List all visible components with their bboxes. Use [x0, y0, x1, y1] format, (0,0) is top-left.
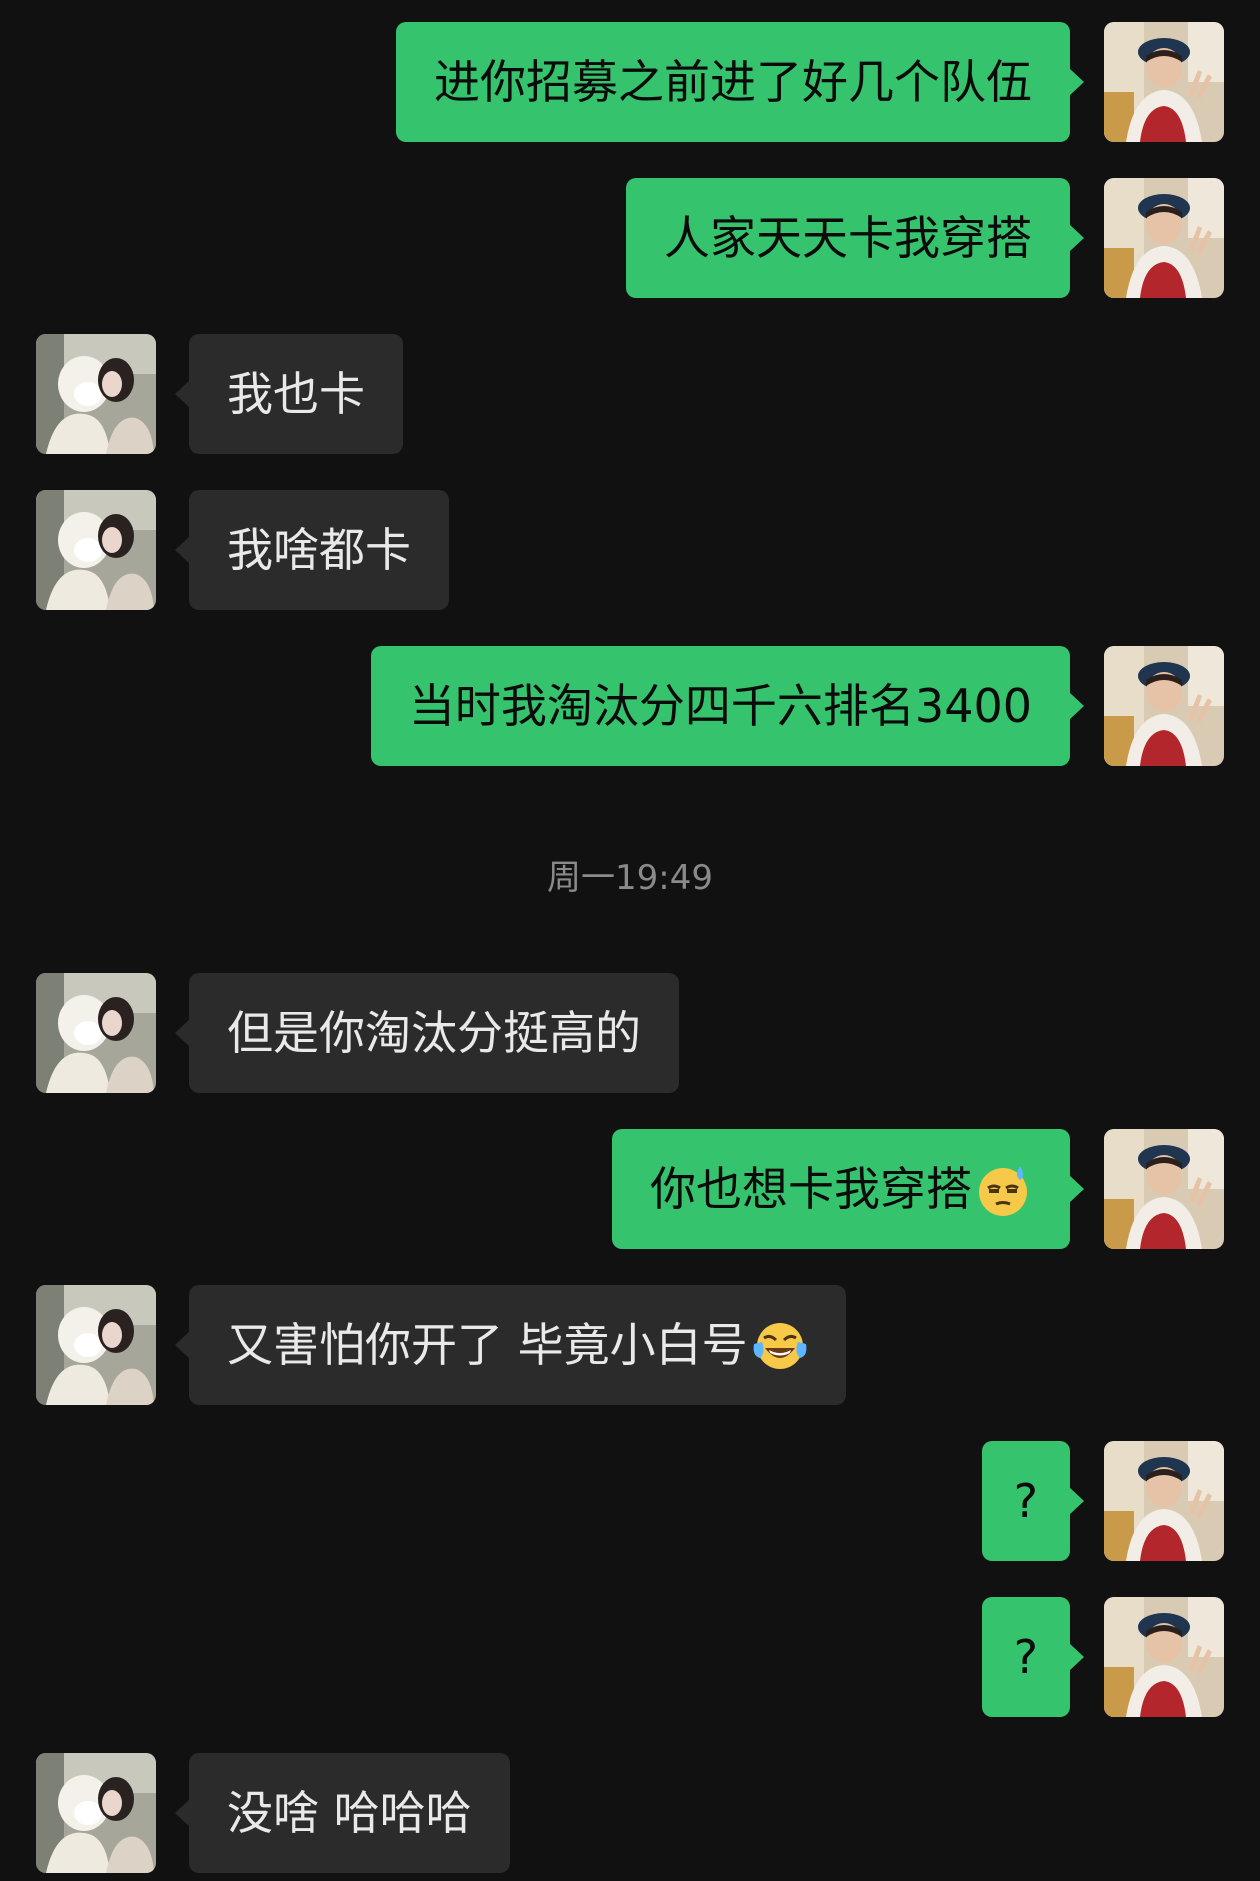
message-text: 你也想卡我穿搭 — [650, 1162, 972, 1216]
message-bubble-sent[interactable]: ? — [981, 1597, 1070, 1717]
chat-conversation: 进你招募之前进了好几个队伍 人家天天卡我穿搭 我也卡 我啥都卡 当时我淘汰分四千… — [0, 0, 1260, 1881]
message-row-received: 我啥都卡 — [0, 490, 1260, 610]
my-avatar[interactable] — [1104, 178, 1224, 298]
message-row-received: 我也卡 — [0, 334, 1260, 454]
message-row-received: 没啥 哈哈哈 — [0, 1753, 1260, 1873]
tears-of-joy-emoji — [752, 1318, 808, 1374]
message-bubble-sent[interactable]: 人家天天卡我穿搭 — [626, 178, 1070, 298]
message-text: 我也卡 — [227, 367, 365, 421]
bubble-tail — [175, 1019, 190, 1047]
message-text: 我啥都卡 — [227, 523, 411, 577]
contact-avatar[interactable] — [36, 1753, 156, 1873]
bubble-tail — [175, 1799, 190, 1827]
message-row-received: 又害怕你开了 毕竟小白号 — [0, 1285, 1260, 1405]
bubble-tail — [1069, 1643, 1084, 1671]
bubble-tail — [1069, 1487, 1084, 1515]
message-text: 没啥 哈哈哈 — [227, 1786, 472, 1840]
message-text: ? — [1013, 1630, 1038, 1684]
my-avatar[interactable] — [1104, 1441, 1224, 1561]
bubble-tail — [1069, 224, 1084, 252]
message-bubble-received[interactable]: 但是你淘汰分挺高的 — [189, 973, 679, 1093]
contact-avatar[interactable] — [36, 973, 156, 1093]
message-text: 人家天天卡我穿搭 — [664, 211, 1032, 265]
message-text: 又害怕你开了 毕竟小白号 — [227, 1318, 748, 1372]
bubble-tail — [175, 380, 190, 408]
bubble-tail — [175, 1331, 190, 1359]
chat-timestamp: 周一19:49 — [547, 858, 713, 898]
my-avatar[interactable] — [1104, 22, 1224, 142]
my-avatar[interactable] — [1104, 646, 1224, 766]
message-row-sent: 进你招募之前进了好几个队伍 — [0, 22, 1260, 142]
sweat-face-emoji — [976, 1162, 1032, 1218]
message-bubble-sent[interactable]: 你也想卡我穿搭 — [612, 1129, 1070, 1249]
message-text: ? — [1013, 1474, 1038, 1528]
message-bubble-received[interactable]: 又害怕你开了 毕竟小白号 — [189, 1285, 846, 1405]
message-bubble-sent[interactable]: ? — [981, 1441, 1070, 1561]
message-row-sent: 人家天天卡我穿搭 — [0, 178, 1260, 298]
my-avatar[interactable] — [1104, 1597, 1224, 1717]
message-bubble-sent[interactable]: 当时我淘汰分四千六排名3400 — [370, 646, 1070, 766]
message-row-sent: ? — [0, 1597, 1260, 1717]
message-row-sent: ? — [0, 1441, 1260, 1561]
bubble-tail — [1069, 68, 1084, 96]
contact-avatar[interactable] — [36, 490, 156, 610]
contact-avatar[interactable] — [36, 334, 156, 454]
message-text: 进你招募之前进了好几个队伍 — [434, 55, 1032, 109]
message-row-received: 但是你淘汰分挺高的 — [0, 973, 1260, 1093]
message-text: 但是你淘汰分挺高的 — [227, 1006, 641, 1060]
message-bubble-received[interactable]: 我也卡 — [189, 334, 403, 454]
message-row-sent: 你也想卡我穿搭 — [0, 1129, 1260, 1249]
message-bubble-received[interactable]: 没啥 哈哈哈 — [189, 1753, 510, 1873]
message-text: 当时我淘汰分四千六排名3400 — [408, 679, 1032, 733]
my-avatar[interactable] — [1104, 1129, 1224, 1249]
bubble-tail — [1069, 1175, 1084, 1203]
contact-avatar[interactable] — [36, 1285, 156, 1405]
message-bubble-received[interactable]: 我啥都卡 — [189, 490, 449, 610]
message-row-sent: 当时我淘汰分四千六排名3400 — [0, 646, 1260, 766]
bubble-tail — [175, 536, 190, 564]
bubble-tail — [1069, 692, 1084, 720]
message-bubble-sent[interactable]: 进你招募之前进了好几个队伍 — [396, 22, 1070, 142]
